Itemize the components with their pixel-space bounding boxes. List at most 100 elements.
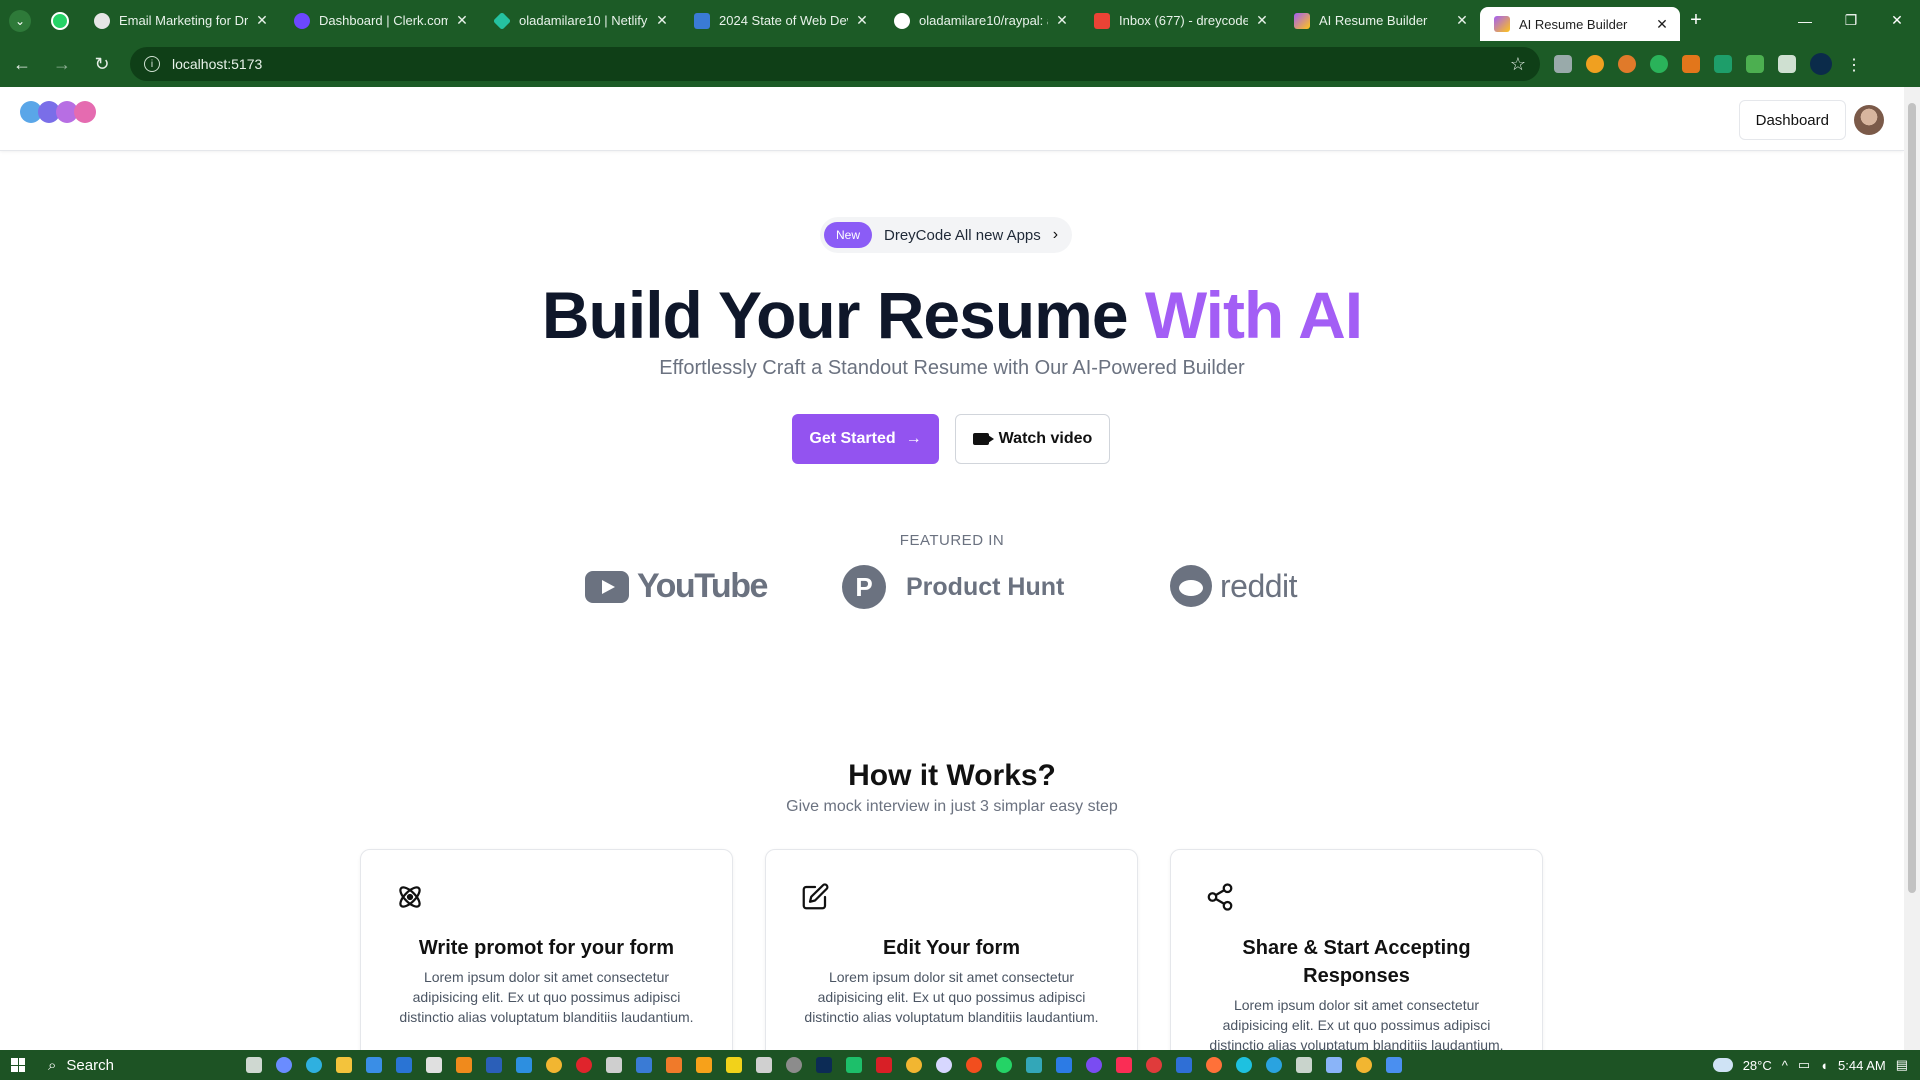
app-icon[interactable] xyxy=(846,1057,862,1073)
new-tab-button[interactable]: + xyxy=(1680,0,1712,41)
tab-close-icon[interactable]: ✕ xyxy=(1454,12,1470,29)
pinned-tab-whatsapp[interactable] xyxy=(40,0,80,41)
app-icon[interactable] xyxy=(1386,1057,1402,1073)
scrollbar-thumb[interactable] xyxy=(1908,103,1916,893)
announcement-pill[interactable]: New DreyCode All new Apps › xyxy=(820,217,1073,253)
app-icon[interactable] xyxy=(1146,1057,1162,1073)
app-icon[interactable] xyxy=(726,1057,742,1073)
extension-icon[interactable] xyxy=(1746,55,1764,73)
firefox-icon[interactable] xyxy=(1206,1057,1222,1073)
extension-icon[interactable] xyxy=(1554,55,1572,73)
app-icon[interactable] xyxy=(936,1057,952,1073)
vlc-icon[interactable] xyxy=(456,1057,472,1073)
task-view-icon[interactable] xyxy=(246,1057,262,1073)
copilot-icon[interactable] xyxy=(276,1057,292,1073)
tab-close-icon[interactable]: ✕ xyxy=(254,12,270,29)
extension-icon[interactable] xyxy=(1618,55,1636,73)
start-button[interactable] xyxy=(0,1050,36,1080)
photoshop-icon[interactable] xyxy=(816,1057,832,1073)
extensions-puzzle-icon[interactable] xyxy=(1778,55,1796,73)
app-icon[interactable] xyxy=(756,1057,772,1073)
forward-icon[interactable]: → xyxy=(44,46,80,82)
app-icon[interactable] xyxy=(1296,1057,1312,1073)
app-icon[interactable] xyxy=(786,1057,802,1073)
profile-icon[interactable] xyxy=(1810,53,1832,75)
tab-close-icon[interactable]: ✕ xyxy=(654,12,670,29)
whatsapp-icon[interactable] xyxy=(996,1057,1012,1073)
minimize-icon[interactable]: — xyxy=(1782,0,1828,41)
opera-icon[interactable] xyxy=(576,1057,592,1073)
app-icon[interactable] xyxy=(606,1057,622,1073)
tab-close-icon[interactable]: ✕ xyxy=(1054,12,1070,29)
edge-icon[interactable] xyxy=(306,1057,322,1073)
close-window-icon[interactable]: ✕ xyxy=(1874,0,1920,41)
watch-video-button[interactable]: Watch video xyxy=(955,414,1110,464)
app-icon[interactable] xyxy=(1236,1057,1252,1073)
file-explorer-icon[interactable] xyxy=(336,1057,352,1073)
browser-tab[interactable]: oladamilare10/raypal: an ✕ xyxy=(880,0,1080,41)
restore-icon[interactable]: ❐ xyxy=(1828,0,1874,41)
app-icon[interactable] xyxy=(1326,1057,1342,1073)
browser-tab[interactable]: 2024 State of Web Devel ✕ xyxy=(680,0,880,41)
tab-close-icon[interactable]: ✕ xyxy=(854,12,870,29)
chrome-icon[interactable] xyxy=(546,1057,562,1073)
app-icon[interactable] xyxy=(696,1057,712,1073)
site-info-icon[interactable]: i xyxy=(144,56,160,72)
browser-tab[interactable]: Inbox (677) - dreycodete ✕ xyxy=(1080,0,1280,41)
browser-tab[interactable]: Dashboard | Clerk.com ✕ xyxy=(280,0,480,41)
network-icon[interactable]: ▭ xyxy=(1798,1057,1810,1073)
chrome-icon[interactable] xyxy=(906,1057,922,1073)
browser-tab[interactable]: Email Marketing for Drey ✕ xyxy=(80,0,280,41)
app-icon[interactable] xyxy=(666,1057,682,1073)
app-icon[interactable] xyxy=(1026,1057,1042,1073)
user-avatar[interactable] xyxy=(1854,105,1884,135)
clock-text[interactable]: 5:44 AM xyxy=(1838,1058,1886,1073)
extension-icon[interactable] xyxy=(1714,55,1732,73)
weather-icon[interactable] xyxy=(1712,1058,1733,1072)
mail-icon[interactable] xyxy=(396,1057,412,1073)
store-icon[interactable] xyxy=(366,1057,382,1073)
taskbar-search[interactable]: ⌕ Search xyxy=(36,1050,226,1080)
tab-close-icon[interactable]: ✕ xyxy=(1254,12,1270,29)
browser-tab[interactable]: AI Resume Builder ✕ xyxy=(1280,0,1480,41)
dashboard-button[interactable]: Dashboard xyxy=(1738,100,1846,140)
reload-icon[interactable]: ↻ xyxy=(84,46,120,82)
site-logo[interactable] xyxy=(20,101,96,123)
reddit-logo[interactable]: reddit xyxy=(1170,565,1298,607)
tab-close-icon[interactable]: ✕ xyxy=(1654,16,1670,33)
step-card[interactable]: Share & Start Accepting Responses Lorem … xyxy=(1170,849,1543,1050)
extension-icon[interactable] xyxy=(1650,55,1668,73)
app-icon[interactable] xyxy=(1176,1057,1192,1073)
vscode-icon[interactable] xyxy=(516,1057,532,1073)
url-text[interactable]: localhost:5173 xyxy=(172,56,1510,72)
step-card[interactable]: Write promot for your form Lorem ipsum d… xyxy=(360,849,733,1050)
page-scrollbar[interactable] xyxy=(1904,87,1920,1050)
more-menu-icon[interactable]: ⋮ xyxy=(1846,55,1862,74)
get-started-button[interactable]: Get Started → xyxy=(792,414,939,464)
volume-icon[interactable]: ◖ xyxy=(1820,1058,1828,1073)
product-hunt-logo[interactable]: P Product Hunt xyxy=(842,565,1064,609)
youtube-logo[interactable]: YouTube xyxy=(585,567,768,606)
app-icon[interactable] xyxy=(1056,1057,1072,1073)
app-icon[interactable] xyxy=(426,1057,442,1073)
tray-chevron-icon[interactable]: ^ xyxy=(1782,1058,1788,1073)
metamask-icon[interactable] xyxy=(1682,55,1700,73)
step-card[interactable]: Edit Your form Lorem ipsum dolor sit ame… xyxy=(765,849,1138,1050)
app-icon[interactable] xyxy=(966,1057,982,1073)
netflix-icon[interactable] xyxy=(876,1057,892,1073)
music-icon[interactable] xyxy=(1116,1057,1132,1073)
tab-close-icon[interactable]: ✕ xyxy=(454,12,470,29)
notification-icon[interactable]: ▤ xyxy=(1896,1057,1908,1073)
tab-search-button[interactable]: ⌄ xyxy=(0,0,40,41)
browser-tab[interactable]: oladamilare10 | Netlify ✕ xyxy=(480,0,680,41)
bookmark-star-icon[interactable]: ☆ xyxy=(1510,54,1526,75)
back-icon[interactable]: ← xyxy=(4,46,40,82)
app-icon[interactable] xyxy=(636,1057,652,1073)
telegram-icon[interactable] xyxy=(1266,1057,1282,1073)
amazon-icon[interactable] xyxy=(1586,55,1604,73)
app-icon[interactable] xyxy=(1086,1057,1102,1073)
chrome-icon[interactable] xyxy=(1356,1057,1372,1073)
browser-tab-active[interactable]: AI Resume Builder ✕ xyxy=(1480,7,1680,41)
temperature-text[interactable]: 28°C xyxy=(1743,1058,1772,1073)
word-icon[interactable] xyxy=(486,1057,502,1073)
